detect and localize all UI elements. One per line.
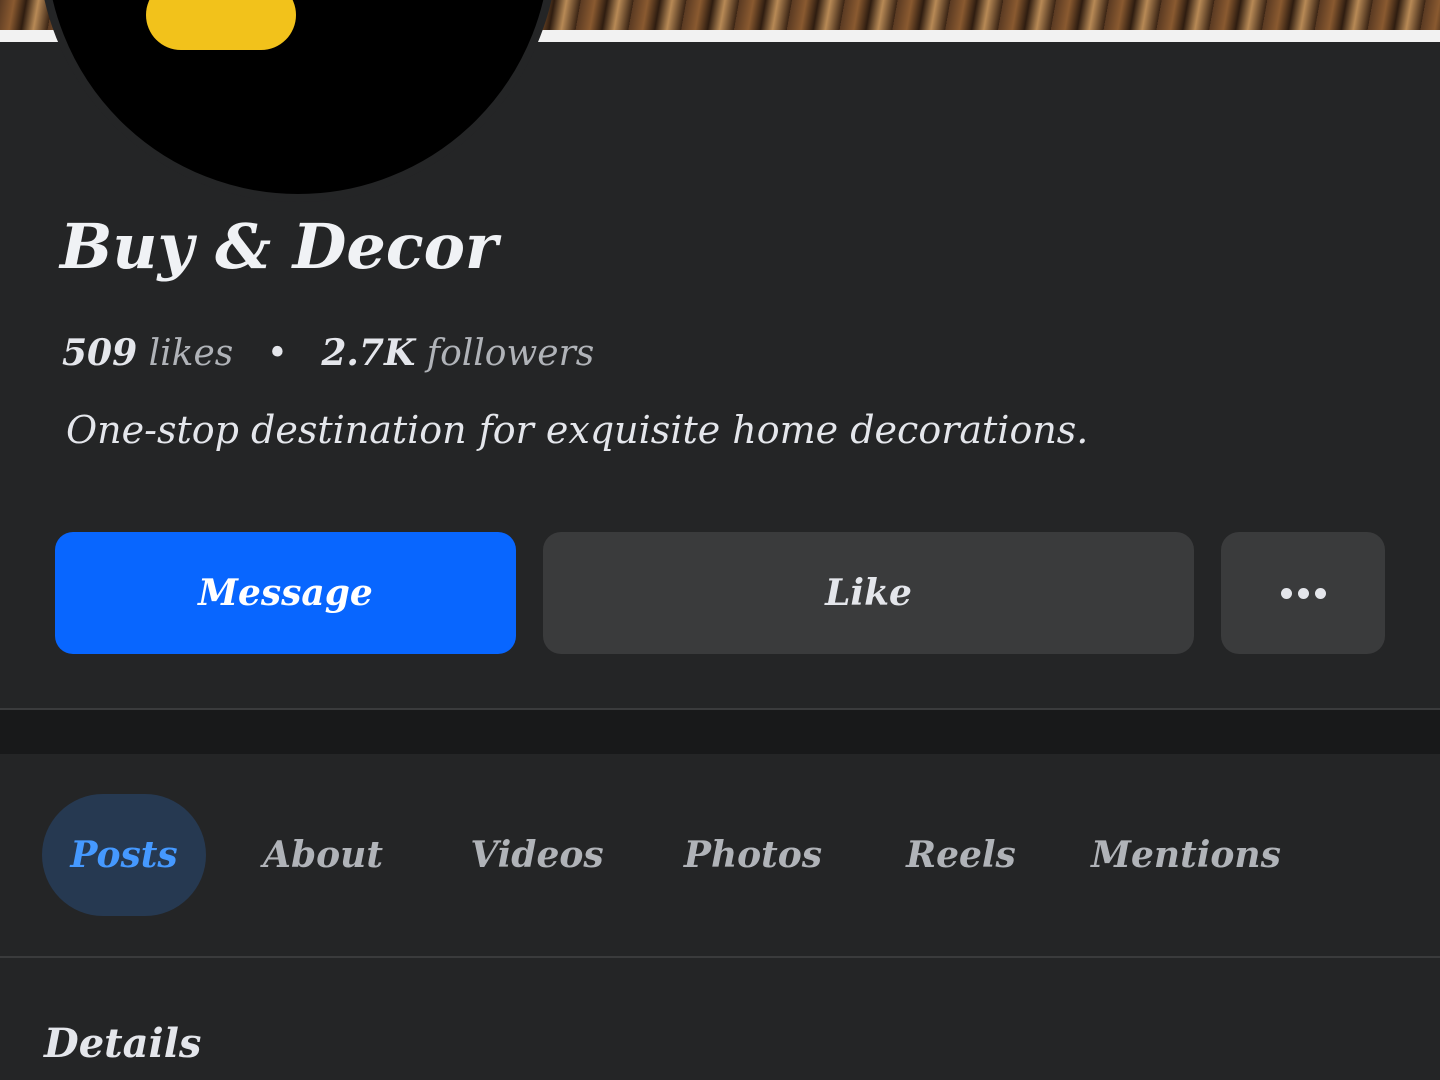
profile-avatar[interactable] <box>38 0 558 202</box>
tabs-divider <box>0 956 1440 958</box>
message-button[interactable]: Message <box>55 532 516 654</box>
tab-posts[interactable]: Posts <box>42 794 206 916</box>
tab-label: Reels <box>906 834 1016 876</box>
page-stats: 509 likes • 2.7K followers <box>62 332 594 374</box>
tab-label: Videos <box>470 834 604 876</box>
more-options-button[interactable] <box>1221 532 1385 654</box>
tab-photos[interactable]: Photos <box>672 794 834 916</box>
tab-mentions[interactable]: Mentions <box>1086 794 1286 916</box>
profile-header: Buy & Decor 509 likes • 2.7K followers O… <box>0 0 1440 708</box>
tab-label: Mentions <box>1091 834 1281 876</box>
tab-videos[interactable]: Videos <box>458 794 616 916</box>
tab-reels[interactable]: Reels <box>892 794 1030 916</box>
like-button-label: Like <box>825 572 912 614</box>
tab-label: Posts <box>70 834 178 876</box>
message-button-label: Message <box>198 572 373 614</box>
tab-about[interactable]: About <box>248 794 398 916</box>
details-heading: Details <box>44 1020 202 1067</box>
likes-count[interactable]: 509 <box>62 332 137 374</box>
like-button[interactable]: Like <box>543 532 1194 654</box>
page-bio: One-stop destination for exquisite home … <box>66 408 1089 452</box>
likes-label[interactable]: likes <box>149 333 234 374</box>
avatar-logo-accent <box>146 0 296 50</box>
followers-label[interactable]: followers <box>427 333 595 374</box>
tab-label: About <box>263 834 383 876</box>
tab-label: Photos <box>683 834 823 876</box>
profile-tabs: Posts About Videos Photos Reels Mentions <box>0 754 1440 956</box>
stats-separator: • <box>266 333 288 374</box>
profile-page: Buy & Decor 509 likes • 2.7K followers O… <box>0 0 1440 1080</box>
more-horizontal-icon <box>1280 587 1326 599</box>
section-divider <box>0 708 1440 754</box>
page-title: Buy & Decor <box>60 210 498 283</box>
followers-count[interactable]: 2.7K <box>321 332 415 374</box>
